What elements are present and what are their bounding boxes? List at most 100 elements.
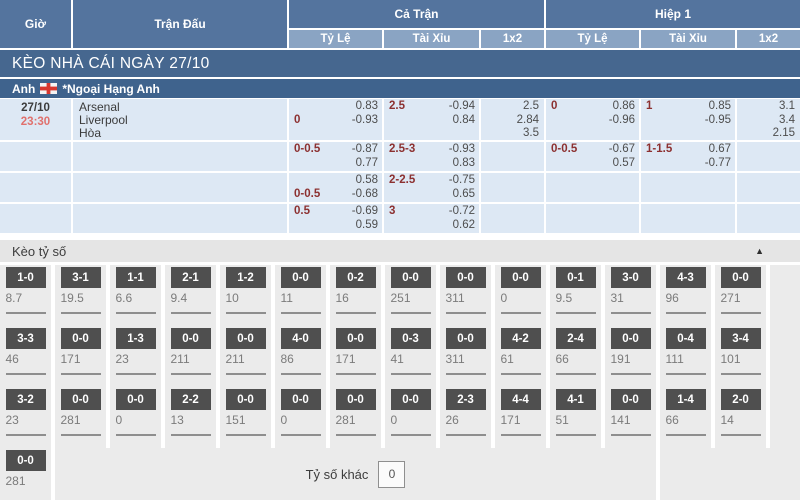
score-cell[interactable]: 0-216 xyxy=(330,265,381,326)
score-cell[interactable]: 0-0171 xyxy=(330,326,381,387)
ft-overunder-cell[interactable]: 2-2.5-0.750.65 xyxy=(384,173,479,202)
odds-value[interactable]: 3.1 xyxy=(737,100,795,114)
score-box: 1-3 xyxy=(116,328,156,349)
odds-value[interactable]: 0.77 xyxy=(356,157,378,171)
score-cell[interactable]: 4-4171 xyxy=(495,387,546,448)
ft-1x2-cell[interactable]: 2.52.843.5 xyxy=(481,99,544,140)
h1-handicap-cell[interactable]: 0-0.5-0.670.57 xyxy=(546,142,639,171)
h1-handicap-cell xyxy=(546,173,639,202)
odds-value[interactable]: -0.77 xyxy=(705,157,731,171)
odds-value[interactable]: -0.72 xyxy=(449,205,475,219)
score-cell[interactable]: 0-011 xyxy=(275,265,326,326)
ft-handicap-cell[interactable]: 0-0.5-0.870.77 xyxy=(289,142,382,171)
h1-1x2-cell[interactable]: 3.13.42.15 xyxy=(737,99,800,140)
score-cell-underline xyxy=(556,373,596,375)
ft-handicap-cell[interactable]: 0.830-0.93 xyxy=(289,99,382,140)
score-cell[interactable]: 3-119.5 xyxy=(55,265,106,326)
score-cell[interactable]: 0-0311 xyxy=(440,265,491,326)
odds-value[interactable]: -0.67 xyxy=(609,143,635,157)
odds-value[interactable]: 0.86 xyxy=(613,100,635,114)
odds-value[interactable]: -0.87 xyxy=(352,143,378,157)
score-section-header[interactable]: Kèo tỷ số ▲ xyxy=(0,240,800,262)
score-cell[interactable]: 0-0141 xyxy=(605,387,656,448)
score-cell[interactable]: 3-223 xyxy=(0,387,51,448)
score-cell[interactable]: 0-00 xyxy=(275,387,326,448)
score-cell[interactable]: 2-19.4 xyxy=(165,265,216,326)
odds-value[interactable]: 0.65 xyxy=(453,188,475,202)
odds-value[interactable]: 0.83 xyxy=(453,157,475,171)
odds-value[interactable]: -0.94 xyxy=(449,100,475,114)
score-cell[interactable]: 0-4111 xyxy=(660,326,711,387)
score-cell[interactable]: 0-19.5 xyxy=(550,265,601,326)
score-cell[interactable]: 0-00 xyxy=(385,387,436,448)
score-cell[interactable]: 2-213 xyxy=(165,387,216,448)
score-cell[interactable]: 0-0171 xyxy=(55,326,106,387)
score-cell[interactable]: 0-0211 xyxy=(165,326,216,387)
ft-handicap-cell[interactable]: 0.5-0.690.59 xyxy=(289,204,382,233)
score-cell[interactable]: 3-4101 xyxy=(715,326,766,387)
score-cell[interactable]: 0-00 xyxy=(495,265,546,326)
ft-1x2-cell xyxy=(481,204,544,233)
odds-value[interactable]: 0.62 xyxy=(453,219,475,233)
score-cell[interactable]: 0-0251 xyxy=(385,265,436,326)
score-cell[interactable]: 0-0281 xyxy=(330,387,381,448)
h1-overunder-cell[interactable]: 10.85-0.95 xyxy=(641,99,735,140)
score-cell[interactable]: 0-0271 xyxy=(715,265,766,326)
score-cell[interactable]: 4-086 xyxy=(275,326,326,387)
odds-value[interactable]: 0.85 xyxy=(709,100,731,114)
score-cell[interactable]: 0-0281 xyxy=(0,448,51,500)
odds-value[interactable]: 3.5 xyxy=(481,127,539,140)
score-cell[interactable]: 0-0281 xyxy=(55,387,106,448)
odds-value[interactable]: 0.83 xyxy=(356,100,378,114)
score-cell[interactable]: 4-261 xyxy=(495,326,546,387)
score-cell[interactable]: 2-466 xyxy=(550,326,601,387)
odds-value[interactable]: 0.67 xyxy=(709,143,731,157)
odds-value[interactable]: -0.93 xyxy=(352,114,378,128)
score-cell[interactable]: 0-00 xyxy=(110,387,161,448)
odds-value[interactable]: 0.84 xyxy=(453,114,475,128)
odds-value[interactable]: -0.96 xyxy=(609,114,635,128)
score-cell[interactable]: 2-014 xyxy=(715,387,766,448)
h1-overunder-cell[interactable]: 1-1.50.67-0.77 xyxy=(641,142,735,171)
odds-value[interactable]: 0.57 xyxy=(613,157,635,171)
score-cell[interactable]: 3-346 xyxy=(0,326,51,387)
score-cell[interactable]: 4-396 xyxy=(660,265,711,326)
score-cell[interactable]: 0-0191 xyxy=(605,326,656,387)
score-cell[interactable]: 1-16.6 xyxy=(110,265,161,326)
score-cell[interactable]: 1-210 xyxy=(220,265,271,326)
odds-value[interactable]: -0.93 xyxy=(449,143,475,157)
odds-value[interactable]: -0.95 xyxy=(705,114,731,128)
ft-overunder-cell[interactable]: 2.5-3-0.930.83 xyxy=(384,142,479,171)
odds-value[interactable]: -0.75 xyxy=(449,174,475,188)
ft-overunder-cell[interactable]: 3-0.720.62 xyxy=(384,204,479,233)
odds-value[interactable]: 0.59 xyxy=(356,219,378,233)
league-bar[interactable]: Anh *Ngoại Hạng Anh xyxy=(0,79,800,98)
score-cell[interactable]: 1-466 xyxy=(660,387,711,448)
odds-value[interactable]: 2.84 xyxy=(481,114,539,128)
h1-handicap-cell[interactable]: 00.86-0.96 xyxy=(546,99,639,140)
league-country: Anh xyxy=(12,82,35,96)
ft-overunder-cell[interactable]: 2.5-0.940.84 xyxy=(384,99,479,140)
odds-value[interactable]: 0.58 xyxy=(356,174,378,188)
score-cell[interactable]: 3-031 xyxy=(605,265,656,326)
chevron-up-icon[interactable]: ▲ xyxy=(755,246,764,256)
score-cell[interactable]: 0-0211 xyxy=(220,326,271,387)
ft-handicap-cell[interactable]: 0.580-0.5-0.68 xyxy=(289,173,382,202)
odds-value[interactable]: 2.5 xyxy=(481,100,539,114)
score-cell[interactable]: 1-08.7 xyxy=(0,265,51,326)
score-cell[interactable]: 1-323 xyxy=(110,326,161,387)
score-odds-value: 31 xyxy=(611,288,651,312)
odds-value[interactable]: -0.69 xyxy=(352,205,378,219)
score-box: 0-0 xyxy=(116,389,156,410)
odds-value[interactable]: 2.15 xyxy=(737,127,795,140)
score-cell[interactable]: 0-341 xyxy=(385,326,436,387)
score-cell-underline xyxy=(226,312,266,314)
score-cell[interactable]: 0-0311 xyxy=(440,326,491,387)
score-cell[interactable]: 0-0151 xyxy=(220,387,271,448)
score-cell[interactable]: 2-326 xyxy=(440,387,491,448)
score-cell[interactable]: 4-151 xyxy=(550,387,601,448)
odds-value[interactable]: -0.68 xyxy=(352,188,378,202)
other-score-input[interactable] xyxy=(378,461,405,488)
odds-value[interactable]: 3.4 xyxy=(737,114,795,128)
score-odds-value: 151 xyxy=(226,410,266,434)
